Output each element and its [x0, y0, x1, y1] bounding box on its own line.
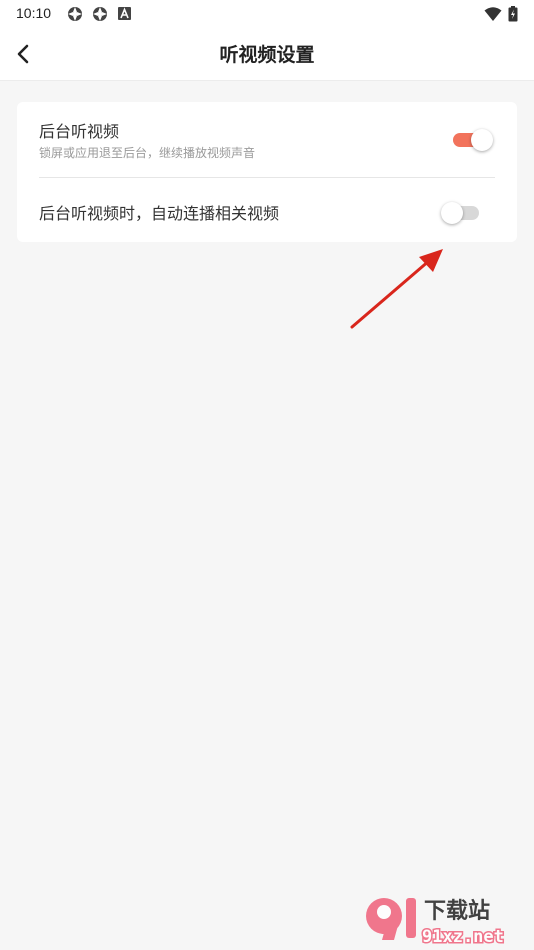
status-bar: 10:10: [0, 0, 534, 28]
svg-text:下载站: 下载站: [424, 898, 490, 924]
svg-text:91xz.net: 91xz.net: [422, 927, 504, 947]
sync-icon: [68, 7, 82, 21]
setting-subtitle: 锁屏或应用退至后台，继续播放视频声音: [39, 146, 256, 160]
setting-title: 后台听视频时，自动连播相关视频: [39, 204, 280, 223]
setting-title: 后台听视频: [39, 122, 120, 141]
setting-row-autoplay-related[interactable]: 后台听视频时，自动连播相关视频: [17, 178, 517, 242]
setting-row-background-listen[interactable]: 后台听视频 锁屏或应用退至后台，继续播放视频声音: [17, 102, 517, 177]
annotation-arrow-icon: [350, 249, 443, 329]
toggle-knob: [471, 129, 493, 151]
battery-charging-icon: [508, 6, 518, 22]
wifi-icon: [484, 7, 502, 21]
background-listen-toggle[interactable]: [453, 128, 493, 152]
toggle-knob: [441, 202, 463, 224]
android-a-icon: [118, 7, 131, 20]
settings-card: 后台听视频 锁屏或应用退至后台，继续播放视频声音 后台听视频时，自动连播相关视频: [17, 102, 517, 242]
status-time: 10:10: [16, 5, 52, 21]
sync-icon: [93, 7, 107, 21]
autoplay-related-toggle[interactable]: [441, 201, 485, 225]
watermark-logo: 下载站 91xz.net: [366, 898, 505, 948]
page-title: 听视频设置: [219, 44, 315, 66]
app-header: 听视频设置: [0, 28, 534, 81]
